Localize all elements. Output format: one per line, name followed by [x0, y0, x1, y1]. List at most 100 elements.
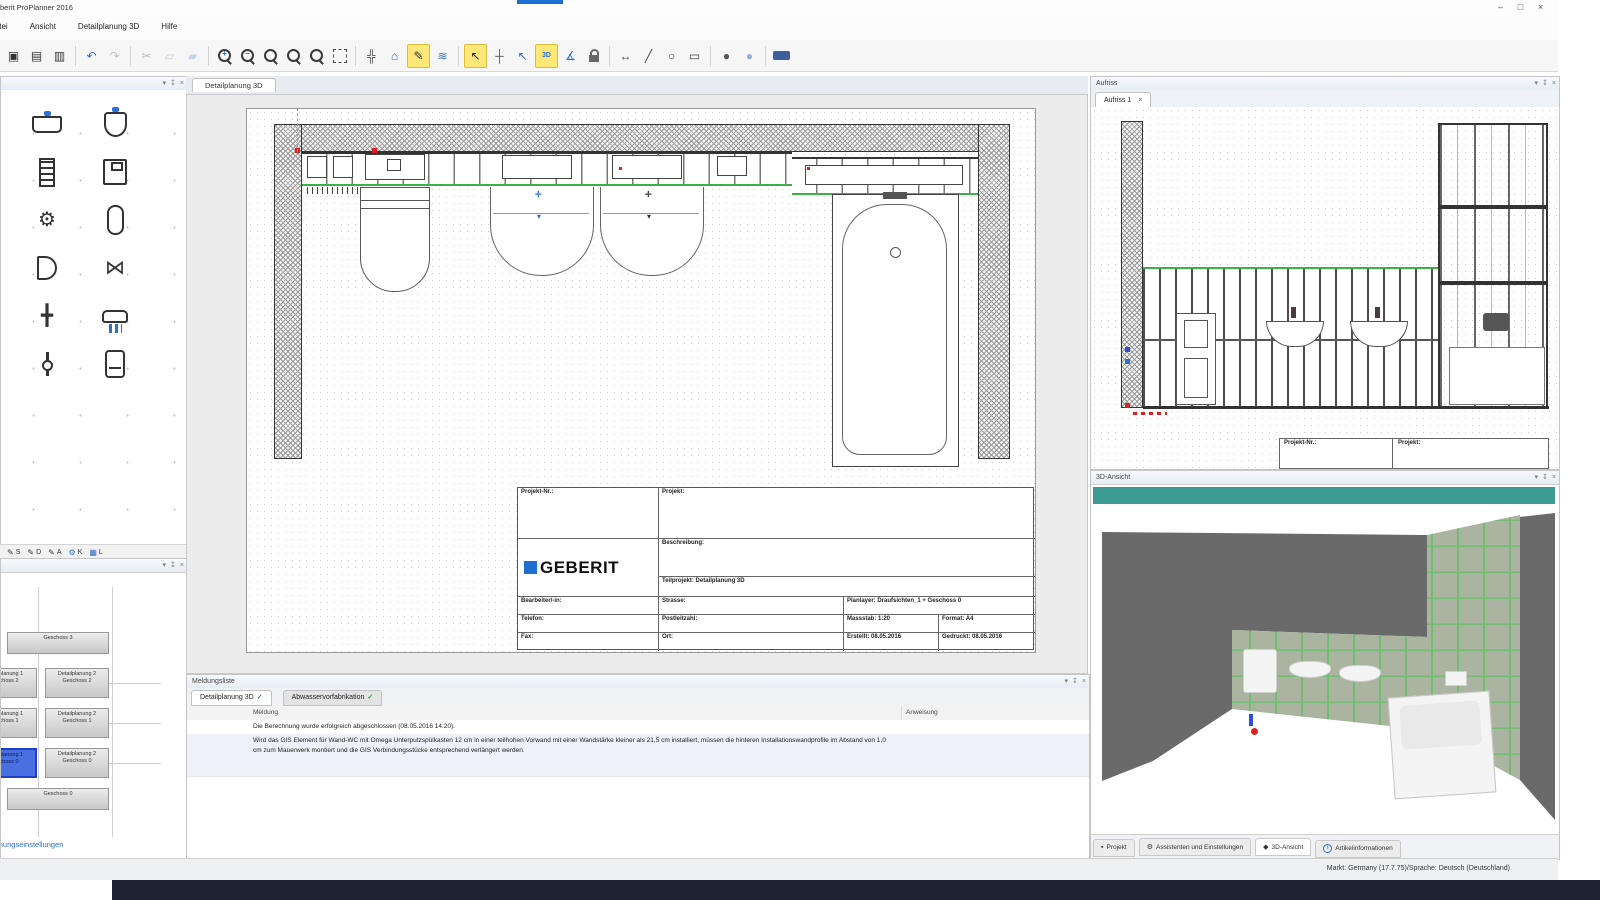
move-button[interactable]: ┼ [489, 45, 510, 67]
layer-toggle-a[interactable]: ✎A [48, 548, 61, 557]
aufriss-canvas[interactable]: Projekt-Nr.: Projekt: [1091, 107, 1559, 469]
washing-machine-icon [103, 159, 127, 185]
cut-button[interactable]: ✂ [136, 45, 157, 67]
select-add-button[interactable]: ↖ [512, 45, 533, 67]
layer-toggle-l[interactable]: ▦L [89, 548, 102, 557]
close-button[interactable]: × [1532, 1, 1549, 14]
panel-close-icon[interactable]: × [180, 562, 184, 569]
message-row-0[interactable]: Die Berechnung wurde erfolgreich abgesch… [187, 720, 1089, 735]
message-tab-0[interactable]: Detailplanung 3D✓ [191, 690, 272, 706]
catalog-item-pipe-fitting[interactable]: ⋈ [81, 244, 149, 292]
paste-button[interactable]: ▰ [182, 45, 203, 67]
panel-pin-icon[interactable]: ↧ [1542, 80, 1548, 87]
scheme-box-right-1[interactable]: Detailplanung 2Geschoss 1 [45, 708, 109, 738]
view3d-toolbar[interactable] [1093, 487, 1555, 504]
panel-dropdown-icon[interactable]: ▾ [1535, 80, 1539, 87]
message-tab-1[interactable]: Abwasservorfabrikation✓ [283, 690, 383, 706]
scheme-box-left-2[interactable]: Detailplanung 1Geschoss 0 [1, 748, 37, 778]
redo-button[interactable]: ↷ [104, 45, 125, 67]
rectangle-button[interactable]: ▭ [684, 45, 705, 67]
tab-projekt[interactable]: ▪Projekt [1093, 839, 1135, 857]
menu-hilfe[interactable]: Hilfe [150, 17, 188, 36]
layer-toggle-s[interactable]: ✎S [7, 548, 20, 557]
scheme-box-left-0[interactable]: Detailplanung 1Geschoss 2 [1, 668, 37, 698]
view3d-viewport[interactable] [1093, 506, 1555, 833]
panel-dropdown-icon[interactable]: ▾ [163, 562, 167, 569]
tab-assistenten-und-einstellungen[interactable]: ⚙Assistenten und Einstellungen [1139, 838, 1251, 856]
zoom-out-button[interactable]: − [237, 45, 258, 67]
washbasin-plan-symbol[interactable] [490, 187, 594, 276]
save-button[interactable]: ▣ [3, 45, 24, 67]
panel-pin-icon[interactable]: ↧ [170, 80, 176, 87]
zoom-previous-button[interactable] [306, 45, 327, 67]
washbasin-plan-symbol[interactable] [600, 187, 704, 276]
catalog-item-towel-radiator[interactable] [13, 148, 81, 196]
copy-button[interactable]: ▱ [159, 45, 180, 67]
aufriss-tab-close-icon[interactable]: × [1138, 97, 1142, 104]
zoom-window-button[interactable] [260, 45, 281, 67]
tab-3d-ansicht[interactable]: ◆3D-Ansicht [1255, 838, 1311, 856]
sphere-dark-button[interactable]: ● [716, 45, 737, 67]
tab-artikelinformationen[interactable]: iArtikelinformationen [1315, 840, 1400, 858]
menu-datei[interactable]: Datei [0, 17, 19, 36]
sphere-light-button[interactable]: ● [739, 45, 760, 67]
catalog-item-valve[interactable] [13, 340, 81, 388]
catalog-item-bathtub[interactable] [81, 196, 149, 244]
edit-button[interactable]: ✎ [407, 44, 430, 68]
catalog-item-corner-basin[interactable] [13, 244, 81, 292]
catalog-item-washing-machine[interactable] [81, 148, 149, 196]
panel-pin-icon[interactable]: ↧ [170, 562, 176, 569]
wc-plan-symbol[interactable] [360, 187, 430, 292]
view-3d-button[interactable]: 3D [535, 44, 558, 68]
lock-button[interactable] [583, 45, 604, 67]
line-button[interactable]: ╱ [638, 45, 659, 67]
report-button[interactable]: ▥ [49, 45, 70, 67]
scheme-bottom-box[interactable]: Geschoss 0 [7, 788, 109, 810]
catalog-item-cistern[interactable] [81, 340, 149, 388]
taskbar-dark[interactable] [112, 880, 1600, 900]
bathtub-plan-symbol[interactable] [832, 194, 959, 467]
scheme-top-box[interactable]: Geschoss 3 [7, 632, 109, 654]
menu-ansicht[interactable]: Ansicht [19, 17, 67, 36]
scheme-box-right-2[interactable]: Detailplanung 2Geschoss 0 [45, 748, 109, 778]
panel-dropdown-icon[interactable]: ▾ [163, 80, 167, 87]
view3d-bar-button[interactable] [771, 45, 792, 67]
layer-toggle-d[interactable]: ✎D [27, 548, 41, 557]
scheme-box-left-1[interactable]: Detailplanung 1Geschoss 1 [1, 708, 37, 738]
catalog-item-washbasin[interactable] [13, 100, 81, 148]
panel-close-icon[interactable]: × [1082, 678, 1086, 685]
select-button[interactable]: ↖ [464, 44, 487, 68]
undo-button[interactable]: ↶ [81, 45, 102, 67]
catalog-item-shower[interactable] [81, 292, 149, 340]
panel-close-icon[interactable]: × [1552, 474, 1556, 481]
calculation-settings-link[interactable]: Berechnungseinstellungen [1, 840, 63, 849]
layer-toggle-k[interactable]: ⚙K [69, 548, 83, 557]
pan-button[interactable]: ╬ [361, 45, 382, 67]
measure-button[interactable]: ∡ [560, 45, 581, 67]
catalog-item-shower-head[interactable]: ⚙ [13, 196, 81, 244]
menu-detailplanung-3d[interactable]: Detailplanung 3D [67, 17, 150, 36]
panel-pin-icon[interactable]: ↧ [1072, 678, 1078, 685]
panel-close-icon[interactable]: × [180, 80, 184, 87]
catalog-item-tee-fitting[interactable]: ╋ [13, 292, 81, 340]
scheme-box-right-0[interactable]: Detailplanung 2Geschoss 2 [45, 668, 109, 698]
zoom-fit-button[interactable] [329, 45, 350, 67]
drawing-canvas[interactable]: ✛ ▾ ✛ ▾ Projekt-Nr.: Projekt: GEBERIT Be… [186, 94, 1088, 674]
panel-dropdown-icon[interactable]: ▾ [1065, 678, 1069, 685]
print-button[interactable]: ▤ [26, 45, 47, 67]
zoom-all-button[interactable] [283, 45, 304, 67]
ellipse-button[interactable]: ○ [661, 45, 682, 67]
catalog-item-urinal[interactable] [81, 100, 149, 148]
panel-close-icon[interactable]: × [1552, 80, 1556, 87]
pipes-button[interactable]: ≋ [432, 45, 453, 67]
tab-detailplanung-3d[interactable]: Detailplanung 3D [192, 78, 276, 92]
zoom-in-button[interactable]: + [214, 45, 235, 67]
panel-dropdown-icon[interactable]: ▾ [1535, 474, 1539, 481]
tab-aufriss-1[interactable]: Aufriss 1 × [1095, 92, 1151, 108]
dimension-button[interactable]: ↔ [615, 45, 636, 67]
minimize-button[interactable]: – [1492, 1, 1509, 14]
maximize-button[interactable]: □ [1512, 1, 1529, 14]
home-button[interactable]: ⌂ [384, 45, 405, 67]
panel-pin-icon[interactable]: ↧ [1542, 474, 1548, 481]
message-row-1[interactable]: Wird das GIS Element für Wand-WC mit Ome… [187, 734, 1089, 777]
